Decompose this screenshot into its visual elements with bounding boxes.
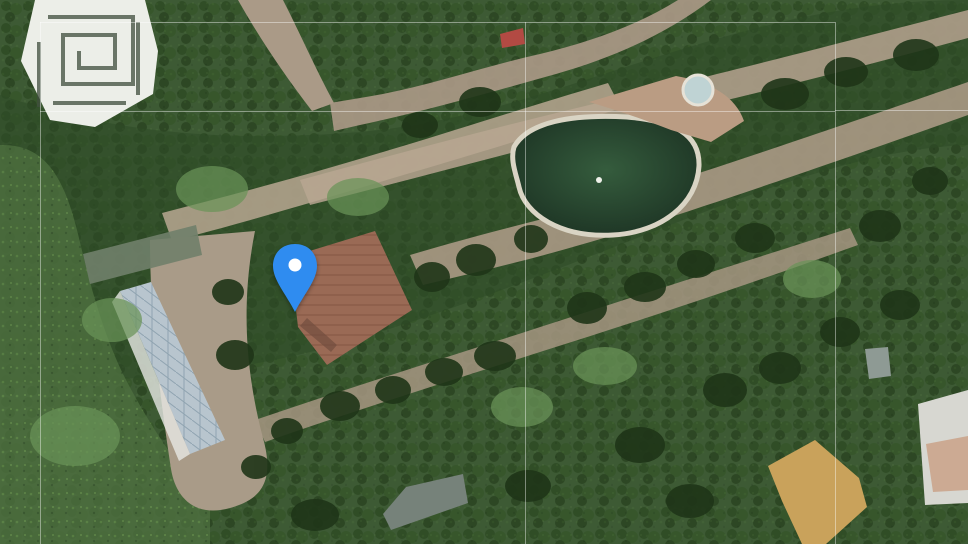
pond <box>510 113 702 238</box>
fountain-basin <box>681 73 715 107</box>
location-pin-icon[interactable] <box>270 242 320 316</box>
satellite-imagery <box>0 0 968 544</box>
white-roof-building-detail <box>926 436 968 492</box>
satellite-map[interactable] <box>0 0 968 544</box>
small-grey-building <box>865 347 891 379</box>
fountain-jet <box>596 177 602 183</box>
